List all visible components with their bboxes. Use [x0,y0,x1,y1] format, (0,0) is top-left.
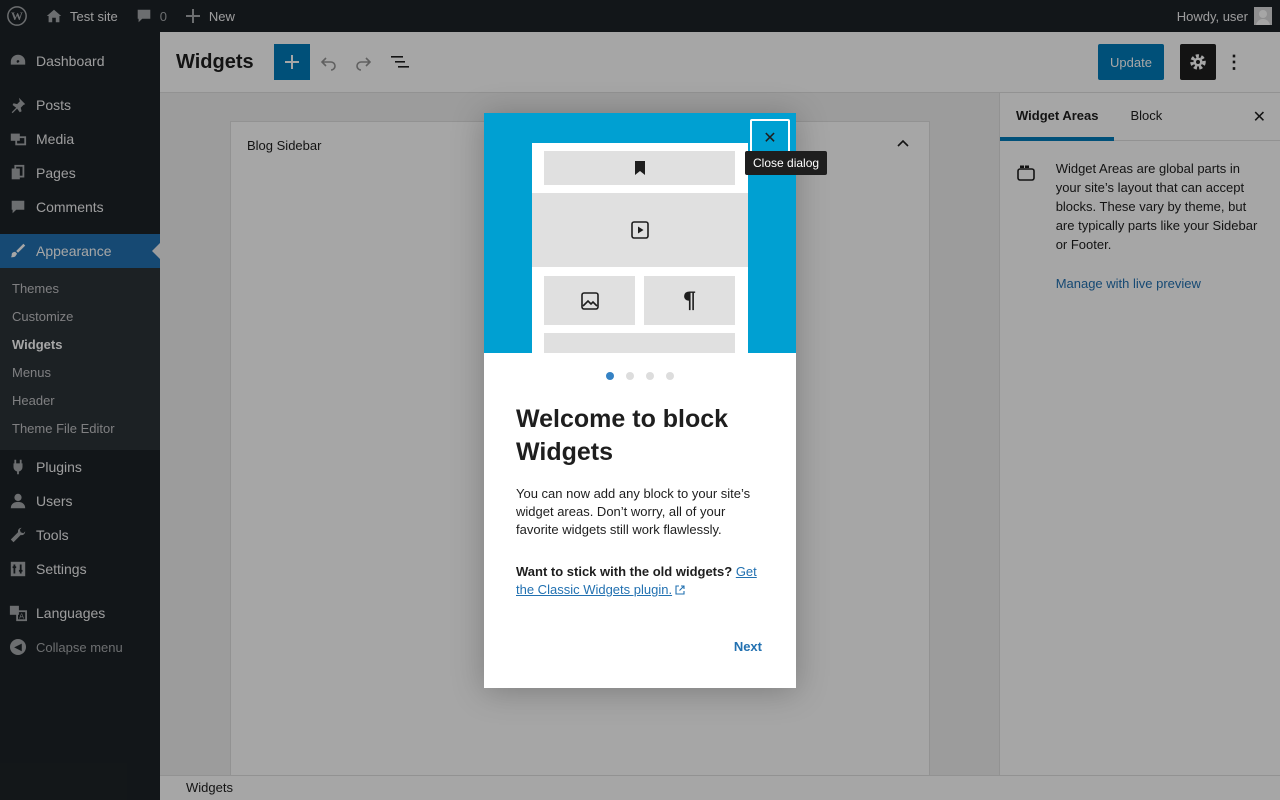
welcome-title: Welcome to block Widgets [516,405,729,466]
image-icon [580,291,600,311]
page-dot-4[interactable] [666,372,674,380]
classic-widgets-note: Want to stick with the old widgets? Get … [516,563,766,600]
bookmark-block [544,151,735,185]
video-block [532,193,748,267]
external-link-icon [675,582,685,600]
play-icon [630,220,650,240]
next-button[interactable]: Next [734,639,762,654]
welcome-description: You can now add any block to your site’s… [516,486,751,537]
image-block [544,276,635,325]
paragraph-block: ¶ [644,276,735,325]
classic-question: Want to stick with the old widgets? [516,564,733,579]
page-dot-1[interactable] [606,372,614,380]
placeholder-block [544,333,735,353]
page-dot-3[interactable] [646,372,654,380]
welcome-guide-modal: ¶ ✕ Welcome to block Widgets You can now… [484,113,796,688]
paragraph-icon: ¶ [682,287,697,314]
illustration-mockup: ¶ [532,143,748,353]
page-indicator [484,372,796,380]
bookmark-icon [633,160,647,176]
page-dot-2[interactable] [626,372,634,380]
close-icon: ✕ [763,130,777,147]
close-dialog-tooltip: Close dialog [745,151,828,175]
welcome-illustration: ¶ ✕ [484,113,796,353]
